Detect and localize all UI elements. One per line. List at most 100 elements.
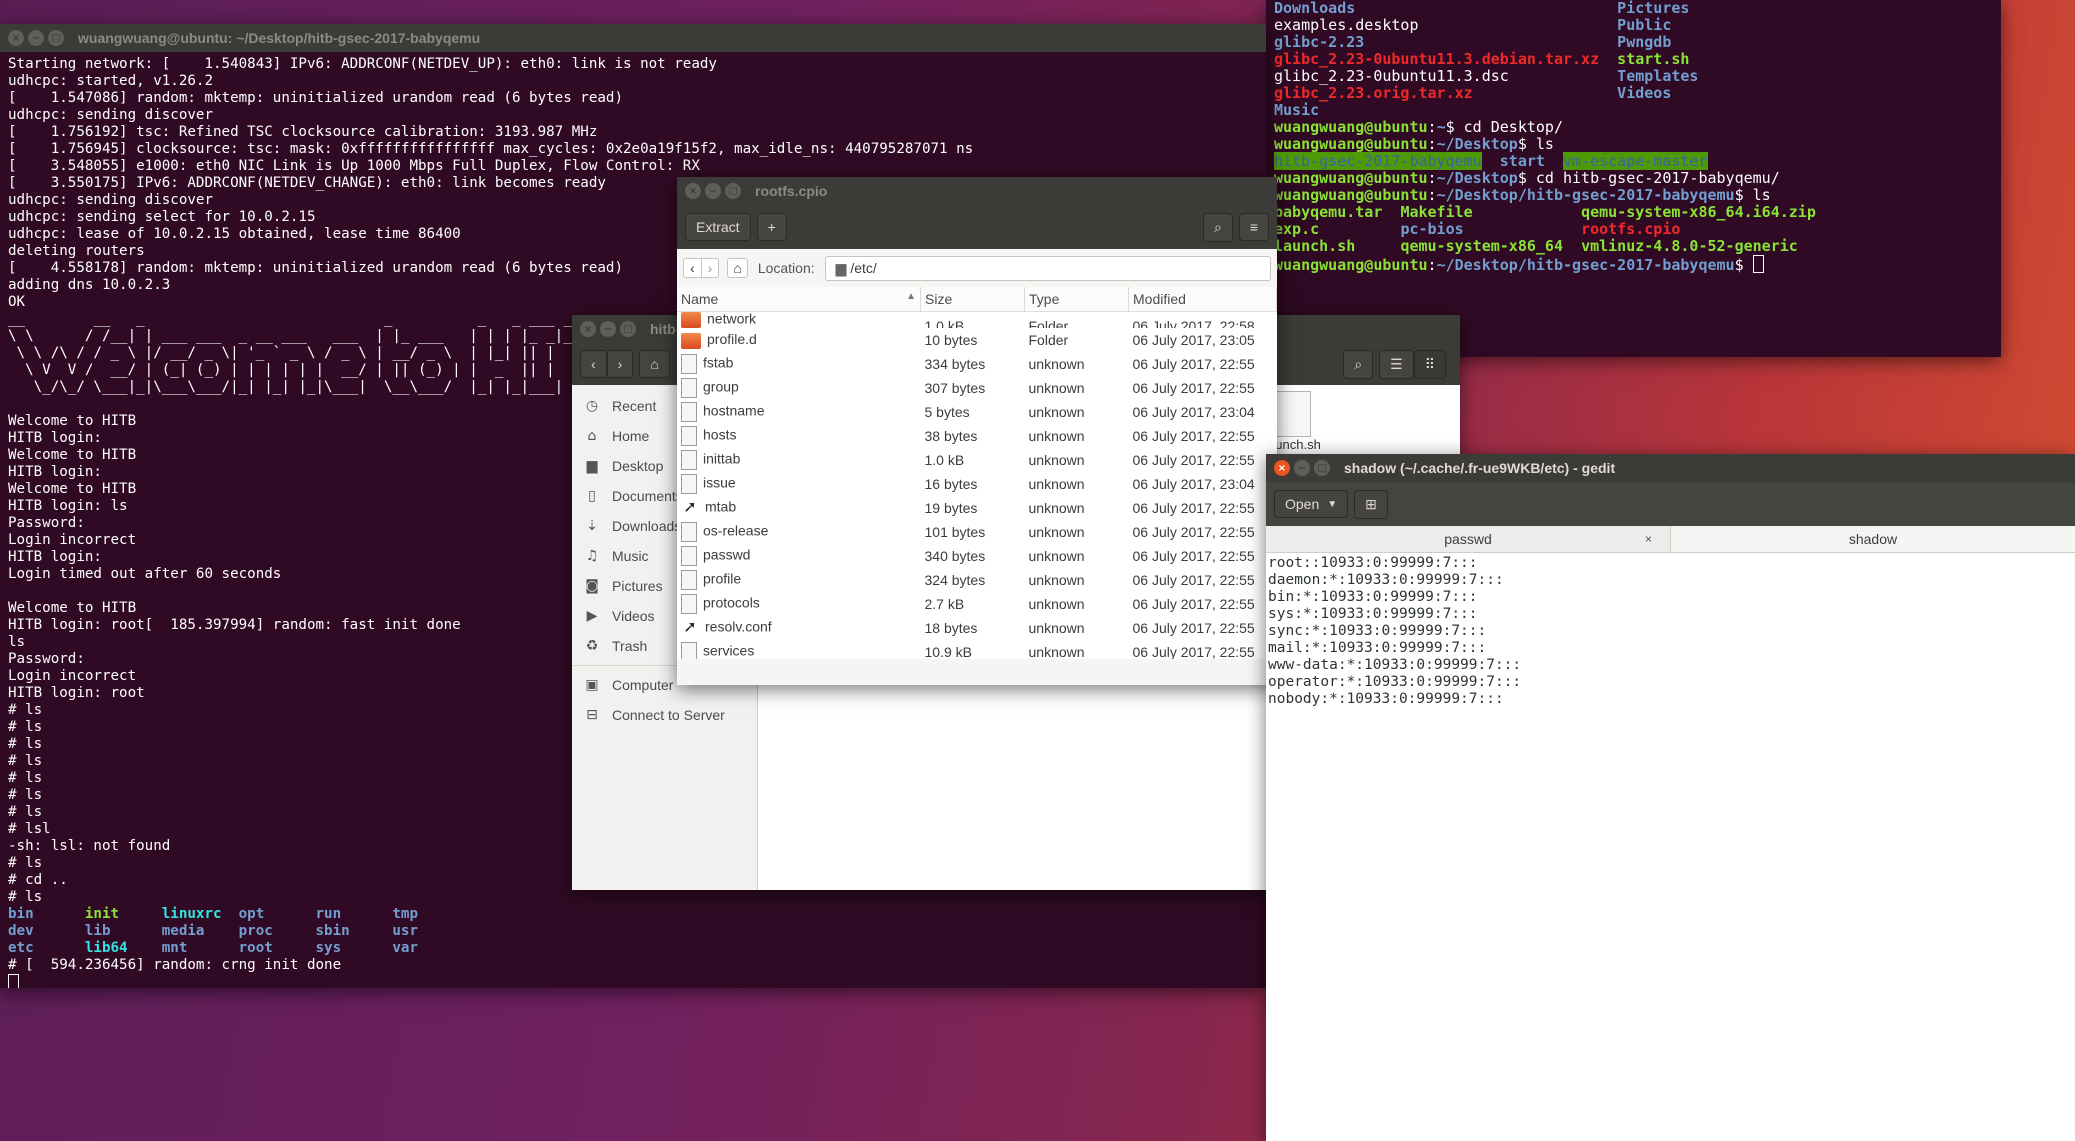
file-roller-titlebar[interactable]: × − □ rootfs.cpio — [677, 177, 1277, 205]
close-button[interactable]: × — [8, 30, 24, 46]
prompt-path: ~/Desktop/hitb-gsec-2017-babyqemu — [1436, 256, 1735, 274]
gedit-titlebar[interactable]: × − □ shadow (~/.cache/.fr-ue9WKB/etc) -… — [1266, 454, 2075, 482]
terminal-text: Login incorrect — [8, 668, 137, 684]
ls-entry: glibc_2.23-0ubuntu11.3.dsc — [1274, 67, 1618, 85]
sidebar-item-label: Pictures — [612, 578, 663, 594]
sidebar-item-label: Home — [612, 428, 650, 444]
tab-passwd[interactable]: passwd × — [1266, 526, 1671, 552]
text-line: root::10933:0:99999:7::: — [1268, 555, 1478, 571]
file-row[interactable]: passwd 340 bytes unknown 06 July 2017, 22:5… — [677, 544, 1277, 568]
terminal-cursor — [1752, 255, 1764, 273]
binary-file-icon — [681, 546, 697, 566]
maximize-button[interactable]: □ — [1314, 460, 1330, 476]
ls-entry: media — [161, 923, 239, 939]
maximize-button[interactable]: □ — [620, 321, 636, 337]
binary-file-icon — [681, 594, 697, 614]
file-row[interactable]: group 307 bytes unknown 06 July 2017, 22:55 — [677, 376, 1277, 400]
file-row[interactable]: fstab 334 bytes unknown 06 July 2017, 22:55 — [677, 352, 1277, 376]
file-type: unknown — [1028, 644, 1085, 659]
file-modified: 06 July 2017, 23:04 — [1132, 476, 1255, 492]
terminal-text: [ 3.550175] IPv6: ADDRCONF(NETDEV_CHANGE… — [8, 175, 606, 191]
forward-button[interactable]: › — [606, 350, 634, 378]
grid-view-button[interactable]: ⠿ — [1413, 349, 1446, 379]
new-tab-button[interactable]: ⊞ — [1354, 489, 1388, 519]
terminal-text: : — [1427, 118, 1437, 136]
forward-button[interactable]: › — [701, 258, 720, 278]
open-button[interactable]: Open ▼ — [1274, 490, 1349, 518]
ls-entry: dev — [8, 923, 85, 939]
gedit-window[interactable]: × − □ shadow (~/.cache/.fr-ue9WKB/etc) -… — [1266, 454, 2075, 1141]
file-row[interactable]: ➚ mtab 19 bytes unknown 06 July 2017, 22:55 — [677, 496, 1277, 520]
home-button[interactable]: ⌂ — [639, 350, 670, 378]
minimize-button[interactable]: − — [705, 183, 721, 199]
close-button[interactable]: × — [685, 183, 701, 199]
file-size: 19 bytes — [924, 500, 978, 516]
file-roller-window[interactable]: × − □ rootfs.cpio Extract + ⌕ ≡ ‹ › ⌂ Lo… — [677, 177, 1277, 685]
file-row[interactable]: os-release 101 bytes unknown 06 July 2017, … — [677, 520, 1277, 544]
list-view-button[interactable]: ☰ — [1379, 349, 1414, 379]
file-row[interactable]: profile.d 10 bytes Folder 06 July 2017, 23:… — [677, 328, 1277, 352]
list-icon: ☰ — [1390, 355, 1403, 372]
column-type[interactable]: Type — [1024, 287, 1129, 312]
file-row[interactable]: inittab 1.0 kB unknown 06 July 2017, 22:55 — [677, 448, 1277, 472]
left-terminal-titlebar[interactable]: × − □ wuangwuang@ubuntu: ~/Desktop/hitb-… — [0, 24, 1266, 52]
terminal-text: # lsl — [8, 821, 51, 837]
tab-shadow[interactable]: shadow — [1671, 526, 2075, 552]
file-modified: 06 July 2017, 22:58 — [1132, 318, 1255, 328]
minimize-button[interactable]: − — [28, 30, 44, 46]
back-button[interactable]: ‹ — [683, 258, 702, 278]
gedit-toolbar: Open ▼ ⊞ — [1266, 482, 2075, 526]
menu-button[interactable]: ≡ — [1238, 213, 1269, 241]
folder-icon: ▆ — [586, 458, 598, 474]
file-row[interactable]: protocols 2.7 kB unknown 06 July 2017, 22:5… — [677, 592, 1277, 616]
sidebar-item-connect-to-server[interactable]: ⊟ Connect to Server — [572, 700, 757, 730]
file-size: 10.9 kB — [924, 644, 972, 659]
file-row[interactable]: services 10.9 kB unknown 06 July 2017, 22:5… — [677, 640, 1277, 659]
minimize-button[interactable]: − — [1294, 460, 1310, 476]
ls-entry: babyqemu.tar — [1274, 203, 1401, 221]
right-terminal-window[interactable]: Downloads Pictures examples.desktop Publ… — [1266, 0, 2001, 357]
close-button[interactable]: × — [580, 321, 596, 337]
terminal-text: # ls — [8, 787, 43, 803]
file-name: passwd — [703, 546, 751, 563]
file-row[interactable]: ➚ resolv.conf 18 bytes unknown 06 July 2017,… — [677, 616, 1277, 640]
search-button[interactable]: ⌕ — [1202, 212, 1233, 242]
search-button[interactable]: ⌕ — [1343, 349, 1374, 379]
close-button[interactable]: × — [1274, 460, 1290, 476]
column-modified[interactable]: Modified — [1128, 287, 1277, 312]
tab-close-button[interactable]: × — [1645, 532, 1652, 546]
terminal-text: deleting routers — [8, 243, 145, 259]
column-size[interactable]: Size — [920, 287, 1025, 312]
ls-entry: Downloads — [1274, 0, 1618, 17]
back-button[interactable]: ‹ — [580, 350, 607, 378]
terminal-text: # [ 594.236456] random: crng init done — [8, 957, 342, 973]
terminal-text: Login incorrect — [8, 532, 137, 548]
right-terminal-output[interactable]: Downloads Pictures examples.desktop Publ… — [1266, 0, 2001, 278]
terminal-text: udhcpc: started, v1.26.2 — [8, 73, 213, 89]
file-row[interactable]: profile 324 bytes unknown 06 July 2017, 22:… — [677, 568, 1277, 592]
binary-file-icon — [681, 402, 697, 422]
add-button[interactable]: + — [756, 213, 787, 241]
minimize-button[interactable]: − — [600, 321, 616, 337]
location-field[interactable]: ▆ /etc/ — [824, 255, 1271, 281]
ls-entry: lib64 — [84, 940, 162, 956]
document-icon: ▯ — [588, 488, 596, 504]
camera-icon: ◙ — [585, 578, 599, 594]
file-list[interactable]: Name ▲ Size Type Modified network 1.0 kB Fo… — [677, 287, 1277, 659]
sort-ascending-icon: ▲ — [906, 291, 916, 302]
prompt-user: wuangwuang@ubuntu — [1274, 186, 1428, 204]
location-value: /etc/ — [850, 259, 877, 276]
prompt-user: wuangwuang@ubuntu — [1274, 256, 1428, 274]
extract-button[interactable]: Extract — [685, 213, 751, 241]
home-button[interactable]: ⌂ — [727, 258, 748, 278]
file-row[interactable]: hosts 38 bytes unknown 06 July 2017, 22:55 — [677, 424, 1277, 448]
maximize-button[interactable]: □ — [725, 183, 741, 199]
file-row[interactable]: issue 16 bytes unknown 06 July 2017, 23:04 — [677, 472, 1277, 496]
ls-entry: root — [238, 940, 316, 956]
file-row[interactable]: network 1.0 kB Folder 06 July 2017, 22:58 — [677, 312, 1277, 328]
file-row[interactable]: hostname 5 bytes unknown 06 July 2017, 23:0… — [677, 400, 1277, 424]
maximize-button[interactable]: □ — [48, 30, 64, 46]
column-name[interactable]: Name ▲ — [677, 287, 921, 312]
text-editor[interactable]: root::10933:0:99999:7::: daemon:*:10933:… — [1266, 553, 2075, 710]
ls-entry: init — [84, 906, 162, 922]
